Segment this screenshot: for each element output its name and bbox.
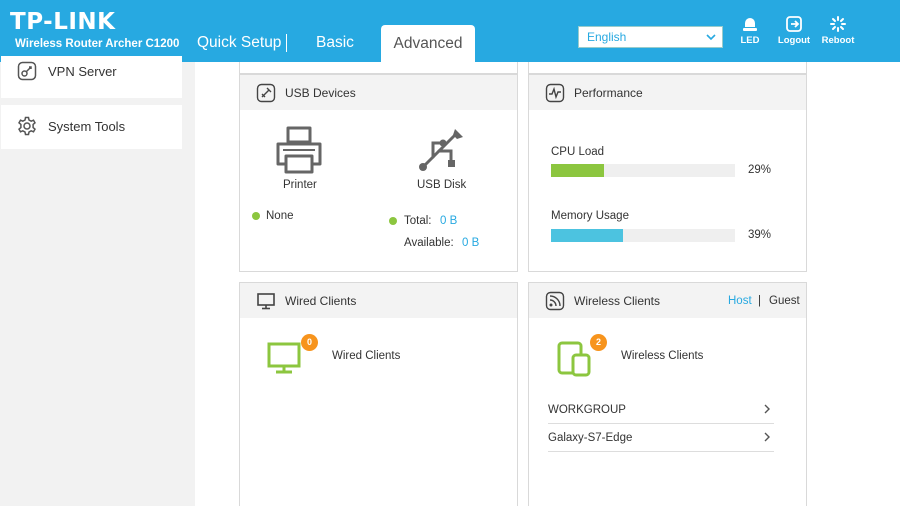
wireless-client-row[interactable]: Galaxy-S7-Edge [548, 424, 774, 452]
reboot-label: Reboot [821, 35, 855, 46]
usb-devices-icon [256, 83, 276, 108]
cpu-load-fill [551, 164, 605, 177]
wireless-client-row[interactable]: WORKGROUP [548, 396, 774, 424]
total-value: 0 B [440, 215, 458, 227]
router-model: Wireless Router Archer C1200 [15, 38, 180, 50]
language-select[interactable]: English [578, 26, 723, 48]
client-name: Galaxy-S7-Edge [548, 432, 633, 444]
logout-button[interactable]: Logout [771, 16, 817, 46]
tab-divider [286, 34, 287, 52]
wireless-clients-header: Wireless Clients Host | Guest [529, 283, 806, 318]
available-label: Available: [404, 237, 454, 249]
memory-usage-bar [551, 229, 735, 242]
wired-clients-title: Wired Clients [285, 294, 357, 308]
brand-logo: TP-LINK [10, 9, 116, 35]
client-name: WORKGROUP [548, 404, 626, 416]
tab-quick-setup[interactable]: Quick Setup [197, 34, 281, 52]
chevron-down-icon [706, 27, 716, 54]
total-label: Total: [404, 215, 432, 227]
wireless-clients-count-badge: 2 [590, 334, 607, 351]
available-value: 0 B [462, 237, 480, 249]
usb-devices-header: USB Devices [240, 75, 517, 110]
performance-header: Performance [529, 75, 806, 110]
vpn-icon [17, 61, 37, 86]
host-link[interactable]: Host [728, 295, 752, 307]
card-top-edge [528, 62, 807, 74]
reboot-icon [830, 16, 846, 32]
wired-clients-label: Wired Clients [332, 350, 401, 362]
host-guest-separator: | [758, 295, 761, 307]
wireless-clients-card: Wireless Clients Host | Guest 2 Wireless… [528, 282, 807, 506]
logout-label: Logout [777, 35, 811, 46]
tab-advanced[interactable]: Advanced [381, 25, 475, 62]
sidebar-item-system-tools[interactable]: System Tools [1, 105, 182, 149]
wired-clients-header: Wired Clients [240, 283, 517, 318]
sidebar: VPN Server System Tools [0, 56, 195, 506]
memory-usage-label: Memory Usage [551, 210, 629, 222]
language-value: English [587, 30, 627, 44]
performance-card: Performance CPU Load 29% Memory Usage 39… [528, 74, 807, 272]
gear-icon [17, 116, 37, 141]
printer-label: Printer [283, 179, 317, 191]
cpu-load-bar [551, 164, 735, 177]
printer-icon[interactable] [274, 126, 324, 179]
card-top-edge [239, 62, 518, 74]
wireless-clients-devices-icon[interactable] [556, 339, 592, 382]
led-label: LED [740, 35, 760, 46]
wireless-icon [545, 291, 565, 316]
main-content: USB Devices Printer None USB Disk Total:… [195, 62, 900, 506]
cpu-load-label: CPU Load [551, 146, 605, 158]
performance-icon [545, 83, 565, 108]
sidebar-item-vpn-server[interactable]: VPN Server [1, 56, 182, 98]
logout-icon [786, 16, 802, 32]
usb-devices-card: USB Devices Printer None USB Disk Total:… [239, 74, 518, 272]
reboot-button[interactable]: Reboot [815, 16, 861, 46]
chevron-right-icon [763, 402, 771, 419]
wireless-clients-label: Wireless Clients [621, 350, 704, 362]
usb-disk-label: USB Disk [417, 179, 467, 191]
led-icon [743, 18, 757, 31]
tab-basic[interactable]: Basic [316, 34, 354, 52]
wired-clients-monitor-icon[interactable] [267, 342, 301, 379]
wired-clients-card: Wired Clients 0 Wired Clients [239, 282, 518, 506]
performance-title: Performance [574, 86, 643, 100]
guest-link[interactable]: Guest [769, 295, 800, 307]
usb-status-dot [389, 217, 397, 225]
chevron-right-icon [763, 430, 771, 447]
usb-icon[interactable] [417, 127, 465, 178]
top-header: TP-LINK Wireless Router Archer C1200 Qui… [0, 0, 900, 62]
printer-status-dot [252, 212, 260, 220]
sidebar-item-label: System Tools [48, 119, 126, 134]
sidebar-item-label: VPN Server [48, 64, 117, 79]
led-button[interactable]: LED [727, 16, 773, 46]
printer-status: None [266, 210, 294, 222]
monitor-icon [256, 291, 276, 316]
wireless-clients-title: Wireless Clients [574, 294, 661, 308]
cpu-load-value: 29% [748, 164, 772, 176]
wired-clients-count-badge: 0 [301, 334, 318, 351]
memory-usage-fill [551, 229, 623, 242]
usb-devices-title: USB Devices [285, 86, 356, 100]
memory-usage-value: 39% [748, 229, 772, 241]
